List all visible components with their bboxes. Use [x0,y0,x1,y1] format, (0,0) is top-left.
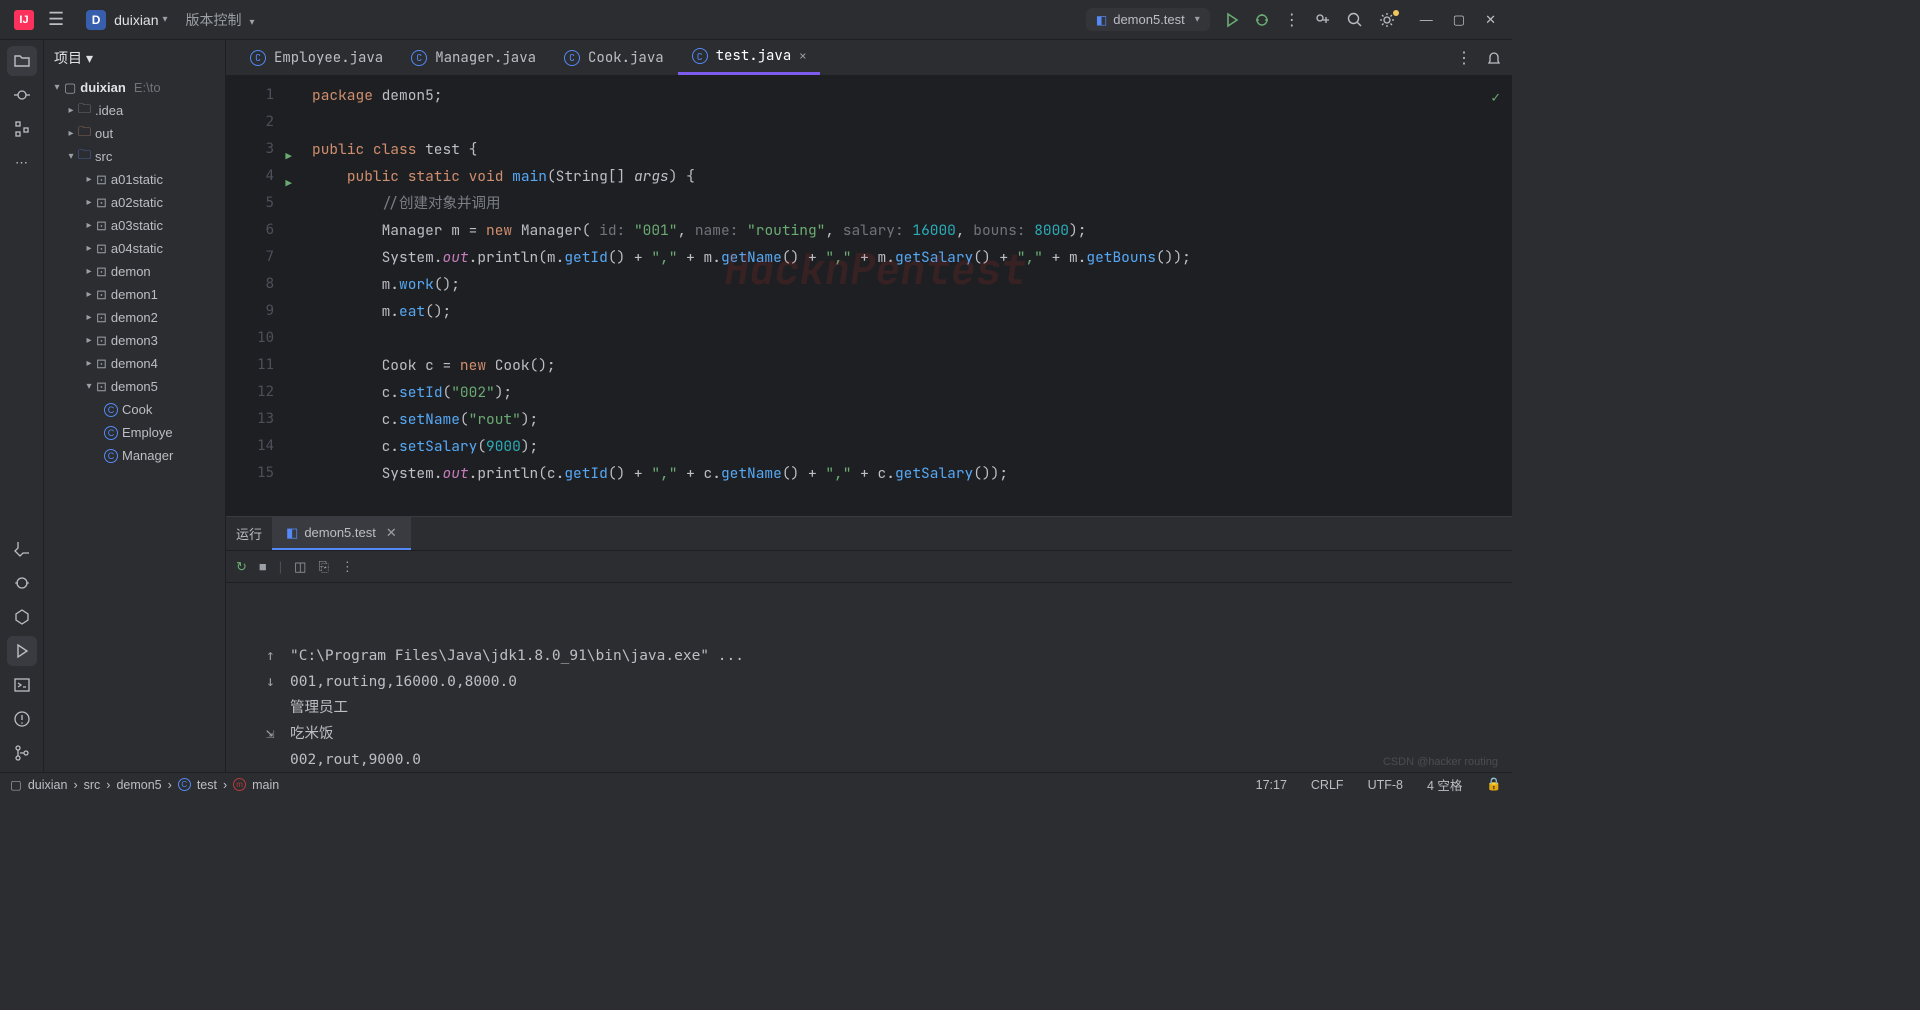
tree-package[interactable]: ▸⊡demon3 [44,329,225,352]
tab-cook[interactable]: CCook.java [550,40,678,75]
class-icon: C [411,50,427,66]
debug-tool-icon[interactable] [7,568,37,598]
run-panel-title: 运行 [226,517,272,550]
vcs-menu[interactable]: 版本控制 ▾ [186,10,255,30]
structure-tool-icon[interactable] [7,114,37,144]
app-logo-icon: IJ [14,10,34,30]
status-readonly-icon[interactable]: 🔒 [1486,777,1502,792]
tab-employee[interactable]: CEmployee.java [236,40,397,75]
chevron-down-icon: ▾ [1195,14,1200,25]
class-icon: C [692,48,708,64]
more-actions-icon[interactable]: ⋮ [1284,10,1300,30]
breadcrumb-item[interactable]: duixian [28,778,68,792]
tree-package[interactable]: ▾⊡demon5 [44,375,225,398]
status-encoding[interactable]: UTF-8 [1368,778,1403,792]
screenshot-icon[interactable]: ◫ [294,559,306,575]
run-config-name: demon5.test [1113,12,1185,27]
tree-package[interactable]: ▸⊡demon2 [44,306,225,329]
rerun-button[interactable]: ↻ [236,559,247,575]
tree-package[interactable]: ▸⊡a02static [44,191,225,214]
console-output[interactable]: ↑↓⇲∓›"C:\Program Files\Java\jdk1.8.0_91\… [226,583,1512,772]
terminal-tool-icon[interactable] [7,670,37,700]
project-panel-header[interactable]: 项目 ▾ [44,40,225,76]
tree-folder[interactable]: ▸🗀.idea [44,99,225,122]
search-icon[interactable] [1346,11,1364,29]
more-run-icon[interactable]: ⋮ [341,559,354,575]
inspection-ok-icon[interactable]: ✓ [1491,84,1500,111]
status-time[interactable]: 17:17 [1256,778,1287,792]
more-tools-icon[interactable]: ⋯ [7,148,37,178]
vcs-tool-icon[interactable] [7,738,37,768]
breadcrumb-item[interactable]: test [197,778,217,792]
project-panel: 项目 ▾ ▾▢duixianE:\to ▸🗀.idea ▸🗀out ▾🗀src … [44,40,226,772]
debug-button[interactable] [1254,12,1270,28]
tree-package[interactable]: ▸⊡demon [44,260,225,283]
tree-class[interactable]: CEmploye [44,421,225,444]
exit-icon[interactable]: ⎘ [318,559,328,575]
commit-tool-icon[interactable] [7,80,37,110]
console-sidebar[interactable]: ↑↓⇲∓› [266,643,290,772]
tree-package[interactable]: ▸⊡a01static [44,168,225,191]
tab-test[interactable]: Ctest.java✕ [678,40,821,75]
gutter-run-icon[interactable]: ▶ [285,169,292,196]
tab-options-icon[interactable]: ⋮ [1456,48,1472,68]
method-icon: m [233,778,246,791]
titlebar: IJ ☰ D duixian ▾ 版本控制 ▾ ◧ demon5.test ▾ … [0,0,1512,40]
class-icon: C [564,50,580,66]
minimize-button[interactable]: — [1420,12,1433,28]
close-run-tab-icon[interactable]: ✕ [386,525,397,541]
module-crumb-icon: ▢ [10,777,22,792]
breadcrumb-item[interactable]: main [252,778,279,792]
tree-package[interactable]: ▸⊡demon4 [44,352,225,375]
services-tool-icon[interactable] [7,602,37,632]
chevron-down-icon[interactable]: ▾ [163,14,168,25]
code-with-me-icon[interactable] [1314,11,1332,29]
java-run-icon: ◧ [1096,13,1107,27]
run-tab[interactable]: ◧demon5.test✕ [272,517,411,550]
class-icon: C [250,50,266,66]
left-tool-rail: ⋯ [0,40,44,772]
project-badge-icon: D [86,10,106,30]
tree-package[interactable]: ▸⊡demon1 [44,283,225,306]
tree-folder[interactable]: ▸🗀out [44,122,225,145]
tree-package[interactable]: ▸⊡a04static [44,237,225,260]
class-icon: C [178,778,191,791]
run-button[interactable] [1224,12,1240,28]
editor-tabs: CEmployee.java CManager.java CCook.java … [226,40,1512,76]
stop-button[interactable]: ■ [259,559,267,574]
hamburger-icon[interactable]: ☰ [40,5,72,34]
close-button[interactable]: ✕ [1485,12,1496,28]
build-tool-icon[interactable] [7,534,37,564]
tab-manager[interactable]: CManager.java [397,40,550,75]
notifications-icon[interactable] [1486,50,1502,66]
settings-icon[interactable] [1378,11,1396,29]
tree-package[interactable]: ▸⊡a03static [44,214,225,237]
project-tool-icon[interactable] [7,46,37,76]
editor-area: CEmployee.java CManager.java CCook.java … [226,40,1512,772]
tree-class[interactable]: CManager [44,444,225,467]
status-lineend[interactable]: CRLF [1311,778,1344,792]
breadcrumb-item[interactable]: demon5 [116,778,161,792]
tree-root[interactable]: ▾▢duixianE:\to [44,76,225,99]
run-tool-icon[interactable] [7,636,37,666]
run-panel: 运行 ◧demon5.test✕ ↻ ■ | ◫ ⎘ ⋮ ↑↓⇲∓›"C:\Pr… [226,516,1512,772]
status-indent[interactable]: 4 空格 [1427,775,1462,794]
tree-class[interactable]: CCook [44,398,225,421]
tree-folder[interactable]: ▾🗀src [44,145,225,168]
code-editor[interactable]: ✓package demon5; public class test { pub… [304,76,1512,516]
problems-tool-icon[interactable] [7,704,37,734]
run-config-selector[interactable]: ◧ demon5.test ▾ [1086,8,1210,31]
breadcrumb-item[interactable]: src [84,778,101,792]
project-name[interactable]: duixian [114,12,158,28]
gutter-run-icon[interactable]: ▶ [285,142,292,169]
statusbar: ▢duixian ›src ›demon5 ›Ctest ›mmain 17:1… [0,772,1512,796]
line-gutter: 12 3▶ 4▶ 56789101112131415 [226,76,282,516]
close-tab-icon[interactable]: ✕ [799,48,806,64]
maximize-button[interactable]: ▢ [1453,12,1465,28]
java-run-icon: ◧ [286,525,298,541]
